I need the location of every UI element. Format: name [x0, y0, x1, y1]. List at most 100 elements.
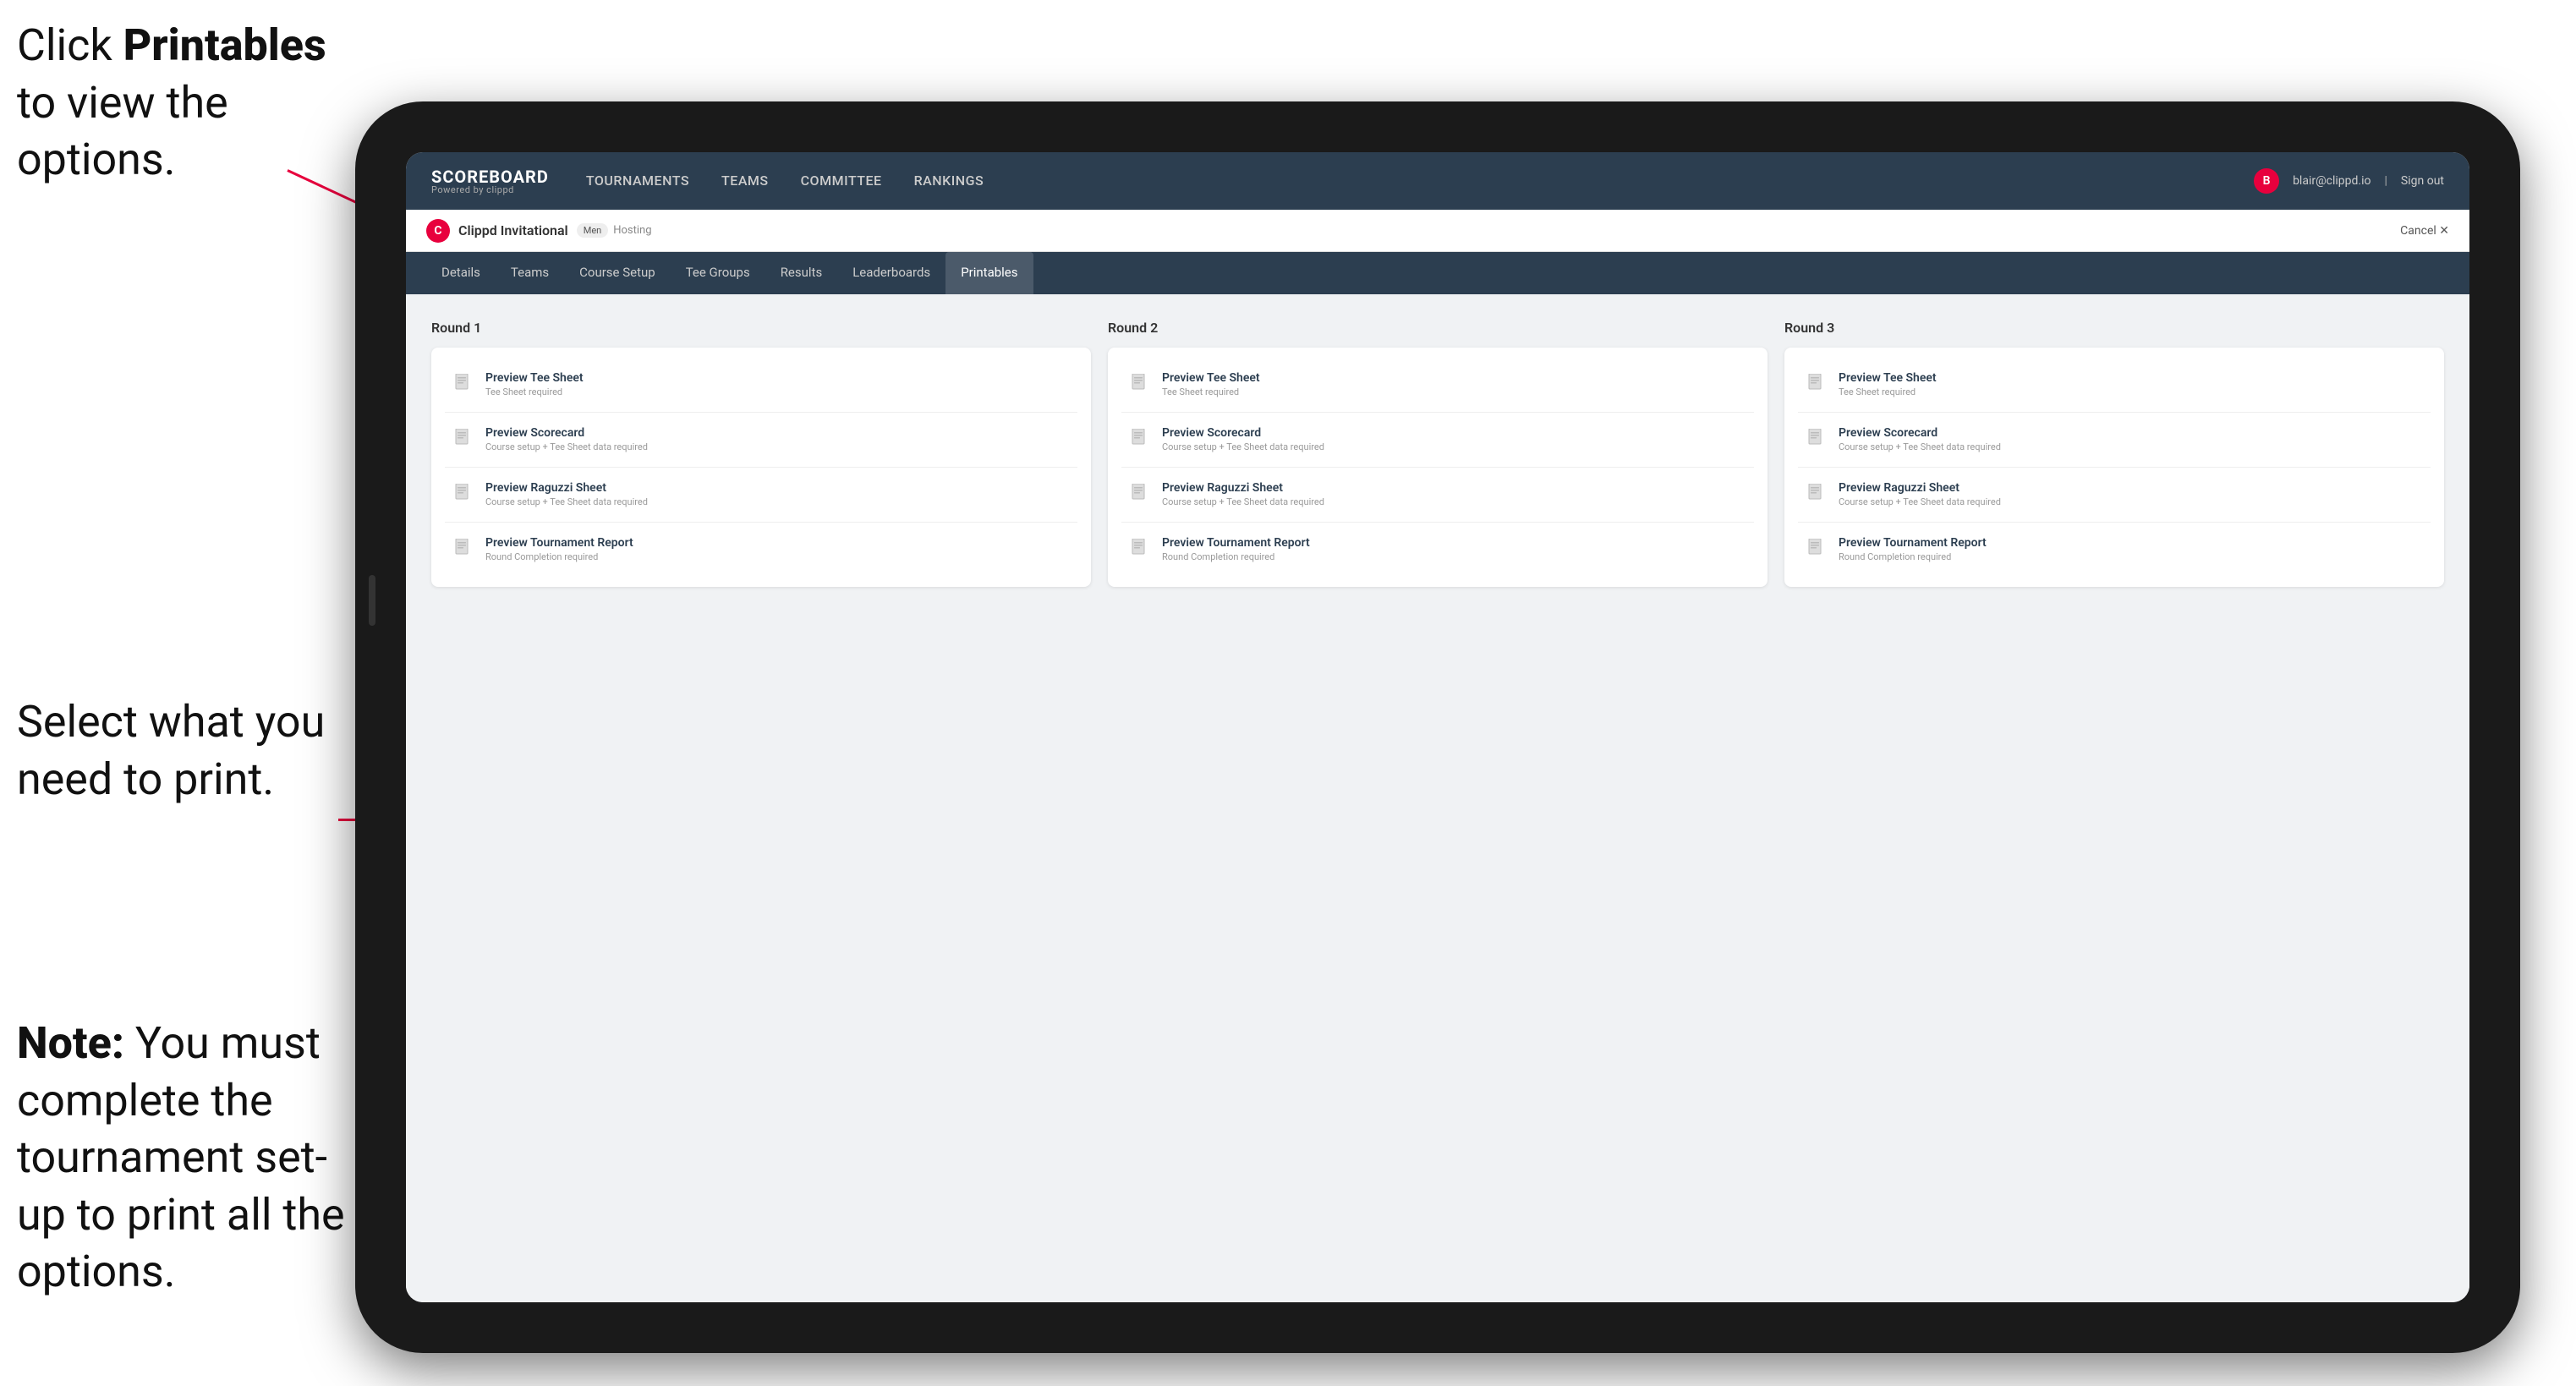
- print-item-r1-1[interactable]: Preview Scorecard Course setup + Tee She…: [445, 416, 1077, 463]
- nav-tournaments[interactable]: TOURNAMENTS: [583, 166, 693, 197]
- print-subtitle: Tee Sheet required: [1162, 386, 1260, 397]
- sub-nav: Details Teams Course Setup Tee Groups Re…: [406, 252, 2469, 294]
- print-item-r1-3[interactable]: Preview Tournament Report Round Completi…: [445, 526, 1077, 573]
- print-doc-icon: [1128, 481, 1152, 508]
- print-title: Preview Scorecard: [485, 426, 648, 440]
- round-3-card: Preview Tee Sheet Tee Sheet required Pre…: [1784, 348, 2444, 587]
- tab-course-setup[interactable]: Course Setup: [564, 252, 671, 294]
- print-item-r1-2[interactable]: Preview Raguzzi Sheet Course setup + Tee…: [445, 471, 1077, 518]
- print-text-block: Preview Tournament Report Round Completi…: [1839, 536, 1987, 562]
- print-text-block: Preview Tee Sheet Tee Sheet required: [1839, 371, 1937, 397]
- round-2-card: Preview Tee Sheet Tee Sheet required Pre…: [1108, 348, 1768, 587]
- divider: [445, 467, 1077, 468]
- print-subtitle: Round Completion required: [485, 551, 633, 562]
- print-text-block: Preview Tee Sheet Tee Sheet required: [485, 371, 584, 397]
- print-doc-icon: [452, 481, 475, 508]
- print-text-block: Preview Tournament Report Round Completi…: [1162, 536, 1310, 562]
- print-item-r3-2[interactable]: Preview Raguzzi Sheet Course setup + Tee…: [1798, 471, 2431, 518]
- print-subtitle: Tee Sheet required: [485, 386, 584, 397]
- tab-tee-groups[interactable]: Tee Groups: [671, 252, 765, 294]
- round-3-column: Round 3 Preview Tee Sheet Tee Sheet requ…: [1784, 320, 2444, 587]
- print-text-block: Preview Scorecard Course setup + Tee She…: [485, 426, 648, 452]
- print-subtitle: Tee Sheet required: [1839, 386, 1937, 397]
- print-text-block: Preview Tournament Report Round Completi…: [485, 536, 633, 562]
- annotation-top: Click Printables to view the options.: [17, 17, 330, 189]
- sign-out-link[interactable]: Sign out: [2401, 174, 2444, 188]
- print-text-block: Preview Scorecard Course setup + Tee She…: [1162, 426, 1324, 452]
- tablet-screen: SCOREBOARD Powered by clippd TOURNAMENTS…: [406, 152, 2469, 1302]
- print-text-block: Preview Raguzzi Sheet Course setup + Tee…: [1839, 481, 2001, 507]
- print-title: Preview Tee Sheet: [1839, 371, 1937, 385]
- divider: [445, 522, 1077, 523]
- print-doc-icon: [452, 426, 475, 453]
- print-title: Preview Tee Sheet: [485, 371, 584, 385]
- print-item-r2-2[interactable]: Preview Raguzzi Sheet Course setup + Tee…: [1121, 471, 1754, 518]
- print-doc-icon: [452, 536, 475, 563]
- user-avatar: B: [2254, 168, 2279, 194]
- scoreboard-logo: SCOREBOARD Powered by clippd: [431, 168, 549, 194]
- print-doc-icon: [452, 371, 475, 398]
- logo-main-text: SCOREBOARD: [431, 167, 549, 187]
- print-item-r2-3[interactable]: Preview Tournament Report Round Completi…: [1121, 526, 1754, 573]
- cancel-button[interactable]: Cancel ✕: [2400, 224, 2449, 238]
- print-text-block: Preview Raguzzi Sheet Course setup + Tee…: [485, 481, 648, 507]
- print-item-r3-3[interactable]: Preview Tournament Report Round Completi…: [1798, 526, 2431, 573]
- print-title: Preview Tee Sheet: [1162, 371, 1260, 385]
- tournament-name: Clippd Invitational: [458, 222, 568, 238]
- print-item-r2-0[interactable]: Preview Tee Sheet Tee Sheet required: [1121, 361, 1754, 408]
- print-subtitle: Round Completion required: [1839, 551, 1987, 562]
- print-title: Preview Tournament Report: [1839, 536, 1987, 550]
- print-doc-icon: [1128, 426, 1152, 453]
- round-1-title: Round 1: [431, 320, 1091, 336]
- print-title: Preview Scorecard: [1162, 426, 1324, 440]
- round-2-title: Round 2: [1108, 320, 1768, 336]
- tab-printables[interactable]: Printables: [945, 252, 1033, 294]
- main-content: Round 1 Preview Tee Sheet Tee Sheet requ…: [406, 294, 2469, 1302]
- print-subtitle: Course setup + Tee Sheet data required: [1839, 441, 2001, 452]
- print-subtitle: Course setup + Tee Sheet data required: [485, 496, 648, 507]
- print-item-r3-0[interactable]: Preview Tee Sheet Tee Sheet required: [1798, 361, 2431, 408]
- divider: [1121, 467, 1754, 468]
- print-title: Preview Scorecard: [1839, 426, 2001, 440]
- print-title: Preview Raguzzi Sheet: [1839, 481, 2001, 495]
- tournament-bar: C Clippd Invitational Men Hosting Cancel…: [406, 210, 2469, 252]
- top-nav-right: B blair@clippd.io | Sign out: [2254, 168, 2444, 194]
- tournament-status: Hosting: [613, 224, 651, 237]
- nav-rankings[interactable]: RANKINGS: [911, 166, 988, 197]
- nav-committee[interactable]: COMMITTEE: [797, 166, 885, 197]
- print-doc-icon: [1805, 371, 1828, 398]
- print-doc-icon: [1128, 536, 1152, 563]
- print-subtitle: Course setup + Tee Sheet data required: [1162, 496, 1324, 507]
- print-title: Preview Tournament Report: [485, 536, 633, 550]
- divider: [1798, 522, 2431, 523]
- top-nav-links: TOURNAMENTS TEAMS COMMITTEE RANKINGS: [583, 166, 2254, 197]
- tab-leaderboards[interactable]: Leaderboards: [837, 252, 945, 294]
- divider: [1798, 467, 2431, 468]
- nav-teams[interactable]: TEAMS: [718, 166, 772, 197]
- divider: [445, 412, 1077, 413]
- round-2-column: Round 2 Preview Tee Sheet Tee Sheet requ…: [1108, 320, 1768, 587]
- tab-details[interactable]: Details: [426, 252, 496, 294]
- annotation-bold-note: Note:: [17, 1017, 124, 1069]
- print-subtitle: Course setup + Tee Sheet data required: [1162, 441, 1324, 452]
- print-item-r2-1[interactable]: Preview Scorecard Course setup + Tee She…: [1121, 416, 1754, 463]
- divider: [1121, 412, 1754, 413]
- divider: [1798, 412, 2431, 413]
- print-item-r3-1[interactable]: Preview Scorecard Course setup + Tee She…: [1798, 416, 2431, 463]
- print-doc-icon: [1805, 536, 1828, 563]
- print-title: Preview Raguzzi Sheet: [485, 481, 648, 495]
- tab-teams[interactable]: Teams: [496, 252, 564, 294]
- annotation-bold-printables: Printables: [123, 19, 326, 71]
- print-subtitle: Course setup + Tee Sheet data required: [1839, 496, 2001, 507]
- print-text-block: Preview Scorecard Course setup + Tee She…: [1839, 426, 2001, 452]
- print-doc-icon: [1805, 481, 1828, 508]
- print-text-block: Preview Tee Sheet Tee Sheet required: [1162, 371, 1260, 397]
- print-item-r1-0[interactable]: Preview Tee Sheet Tee Sheet required: [445, 361, 1077, 408]
- print-text-block: Preview Raguzzi Sheet Course setup + Tee…: [1162, 481, 1324, 507]
- print-doc-icon: [1128, 371, 1152, 398]
- annotation-mid: Select what you need to print.: [17, 693, 338, 808]
- tab-results[interactable]: Results: [765, 252, 838, 294]
- tablet-frame: SCOREBOARD Powered by clippd TOURNAMENTS…: [355, 101, 2520, 1353]
- rounds-container: Round 1 Preview Tee Sheet Tee Sheet requ…: [431, 320, 2444, 587]
- print-title: Preview Tournament Report: [1162, 536, 1310, 550]
